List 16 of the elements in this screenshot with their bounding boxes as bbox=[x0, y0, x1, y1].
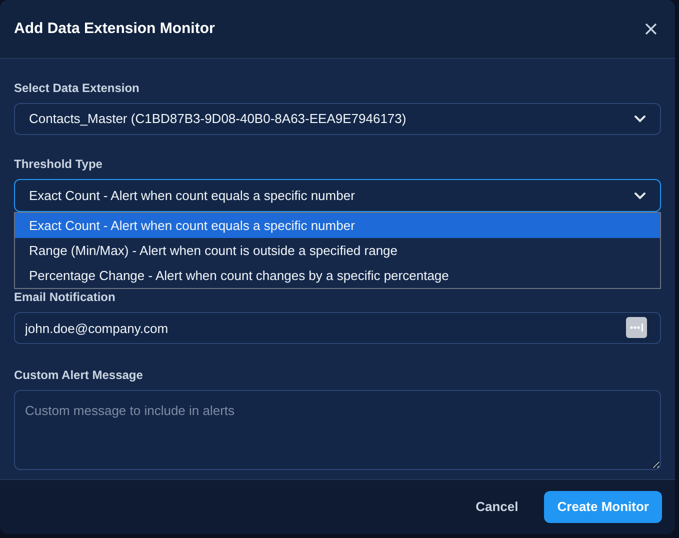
cancel-button[interactable]: Cancel bbox=[470, 491, 524, 523]
alert-message-field[interactable]: Custom message to include in alerts bbox=[14, 390, 661, 470]
email-field[interactable]: john.doe@company.com bbox=[14, 312, 661, 344]
password-manager-icon[interactable] bbox=[626, 317, 647, 338]
data-extension-select[interactable]: Contacts_Master (C1BD87B3-9D08-40B0-8A63-EEA9E7946173) bbox=[14, 103, 661, 135]
dropdown-option[interactable]: Exact Count - Alert when count equals a specific number bbox=[15, 213, 660, 238]
chevron-down-icon bbox=[634, 192, 646, 200]
field-label: Email Notification bbox=[14, 289, 116, 306]
field-label: Threshold Type bbox=[14, 156, 104, 173]
dialog-title: Add Data Extension Monitor bbox=[14, 18, 215, 39]
field-label: Select Data Extension bbox=[14, 80, 140, 97]
chevron-down-icon bbox=[634, 115, 646, 123]
dropdown-option[interactable]: Percentage Change - Alert when count changes by a specific percentage bbox=[15, 263, 660, 288]
field-label: Custom Alert Message bbox=[14, 367, 144, 384]
threshold-type-select[interactable]: Exact Count - Alert when count equals a specific number bbox=[14, 179, 661, 212]
dropdown-option[interactable]: Range (Min/Max) - Alert when count is outside a specified range bbox=[15, 238, 660, 263]
